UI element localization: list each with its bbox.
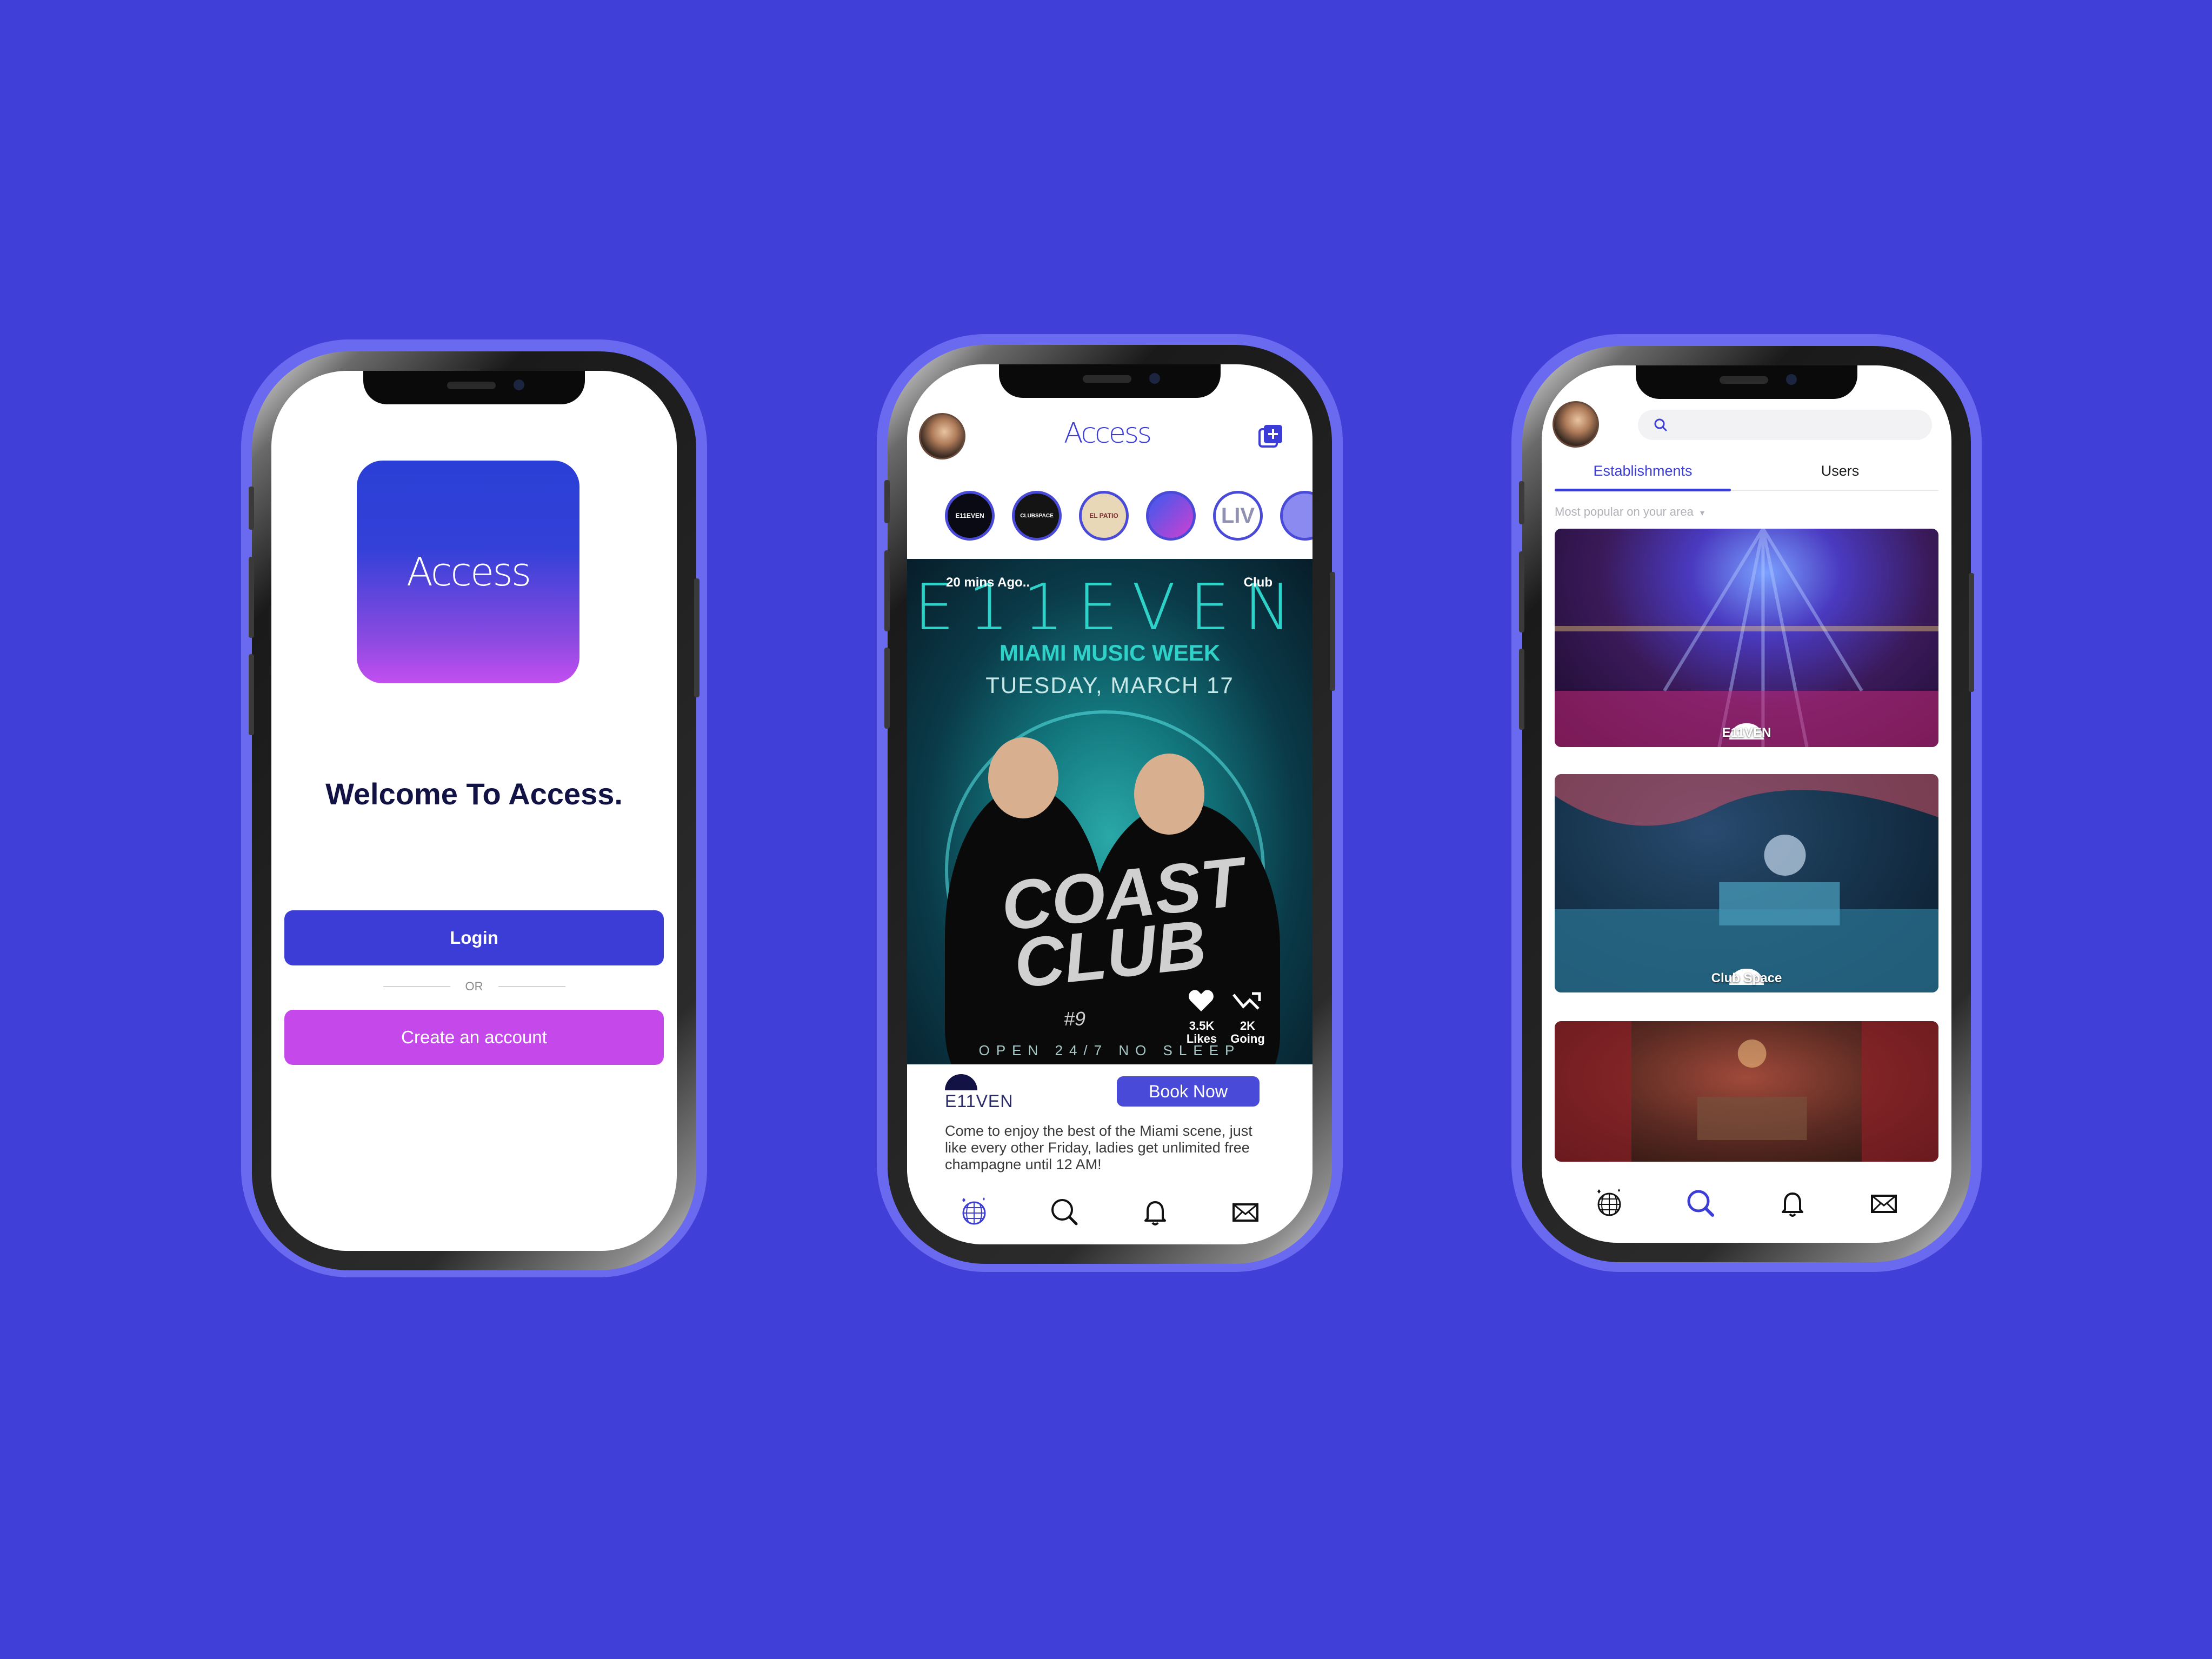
chevron-down-icon: ▾ [1700, 509, 1704, 518]
active-tab-indicator [1555, 489, 1731, 491]
phone-3: Establishments Users Most popular on you… [1519, 346, 1974, 1262]
notch [999, 364, 1221, 398]
bottom-tab-bar [1542, 1176, 1951, 1230]
poster-date: TUESDAY, MARCH 17 [985, 672, 1234, 698]
post-description: Come to enjoy the best of the Miami scen… [945, 1123, 1252, 1172]
post-tag: Club [1243, 575, 1272, 590]
post-details: E11VEN Book Now Come to enjoy the best o… [907, 1064, 1312, 1183]
profile-avatar[interactable] [1553, 401, 1599, 448]
login-button[interactable]: Login [284, 910, 664, 965]
filter-dropdown[interactable]: Most popular on your area ▾ [1555, 505, 1704, 519]
phone-1: Access Welcome To Access. Login OR Creat… [249, 351, 699, 1270]
establishment-card[interactable] [1555, 1021, 1938, 1162]
phone-1-screen: Access Welcome To Access. Login OR Creat… [271, 371, 677, 1251]
share-arrow-icon[interactable] [1231, 990, 1262, 1012]
dj-head [1134, 754, 1204, 835]
filter-label: Most popular on your area [1555, 505, 1694, 518]
likes-count: 3.5K [1189, 1019, 1215, 1032]
book-now-button[interactable]: Book Now [1117, 1076, 1260, 1107]
phone-3-screen: Establishments Users Most popular on you… [1542, 365, 1951, 1243]
tab-users[interactable]: Users [1742, 463, 1938, 479]
story-avatar[interactable]: LIV [1213, 491, 1263, 541]
notch [363, 371, 585, 404]
mail-icon[interactable] [1230, 1197, 1261, 1227]
dj-head [988, 737, 1058, 818]
phone-2: Access E11EVEN CLUBSPACE EL PATIO LIV E1… [884, 345, 1335, 1264]
disco-ball-icon[interactable] [1594, 1188, 1624, 1218]
poster-rank: #9 [1064, 1008, 1086, 1030]
bell-icon[interactable] [1777, 1188, 1808, 1218]
story-avatar[interactable]: E11EVEN [945, 491, 995, 541]
bar-interior [1555, 1021, 1938, 1162]
add-post-icon[interactable] [1257, 423, 1284, 450]
search-icon[interactable] [1685, 1188, 1716, 1218]
search-icon [1654, 418, 1667, 431]
app-logo-tile: Access [357, 461, 579, 683]
event-poster[interactable]: E11EVEN MIAMI MUSIC WEEK TUESDAY, MARCH … [907, 559, 1312, 1064]
app-title: Access [1064, 417, 1152, 450]
disco-ball-icon[interactable] [959, 1197, 989, 1227]
tab-establishments[interactable]: Establishments [1555, 463, 1731, 479]
establishment-card[interactable]: E11VEN [1555, 529, 1938, 747]
notch [1636, 365, 1857, 399]
phone-2-screen: Access E11EVEN CLUBSPACE EL PATIO LIV E1… [907, 364, 1312, 1244]
card-label: E11VEN [1722, 725, 1771, 740]
stage-lights [1555, 529, 1938, 747]
stories-row: E11EVEN CLUBSPACE EL PATIO LIV [945, 491, 1312, 545]
post-time-ago: 20 mins Ago.. [946, 575, 1030, 590]
or-divider: OR [271, 980, 677, 994]
likes-stat: 3.5K Likes [1180, 1020, 1223, 1045]
story-avatar[interactable]: CLUBSPACE [1012, 491, 1062, 541]
poster-headline: COAST CLUB [997, 843, 1247, 1003]
establishment-card[interactable]: Club Space [1555, 774, 1938, 992]
welcome-heading: Welcome To Access. [325, 777, 623, 811]
mail-icon[interactable] [1869, 1188, 1899, 1218]
app-logo-text: Access [406, 549, 531, 595]
story-avatar[interactable] [1280, 491, 1312, 541]
heart-icon[interactable] [1188, 989, 1214, 1012]
story-avatar[interactable] [1146, 491, 1196, 541]
going-stat: 2K Going [1226, 1020, 1269, 1045]
search-input[interactable] [1638, 410, 1932, 440]
profile-avatar[interactable] [919, 413, 965, 459]
search-icon[interactable] [1049, 1197, 1080, 1227]
bell-icon[interactable] [1140, 1197, 1170, 1227]
card-label: Club Space [1711, 971, 1782, 985]
or-label: OR [465, 980, 483, 993]
create-account-button[interactable]: Create an account [284, 1010, 664, 1065]
club-interior [1555, 774, 1938, 992]
poster-event: MIAMI MUSIC WEEK [999, 640, 1221, 665]
story-avatar[interactable]: EL PATIO [1079, 491, 1129, 541]
showcase-background: Access Welcome To Access. Login OR Creat… [0, 0, 2212, 1659]
venue-badge [945, 1074, 977, 1090]
going-count: 2K [1240, 1019, 1256, 1032]
poster-footer: OPEN 24/7 NO SLEEP [978, 1042, 1241, 1058]
bottom-tab-bar [907, 1185, 1312, 1239]
venue-name[interactable]: E11VEN [945, 1091, 1013, 1111]
